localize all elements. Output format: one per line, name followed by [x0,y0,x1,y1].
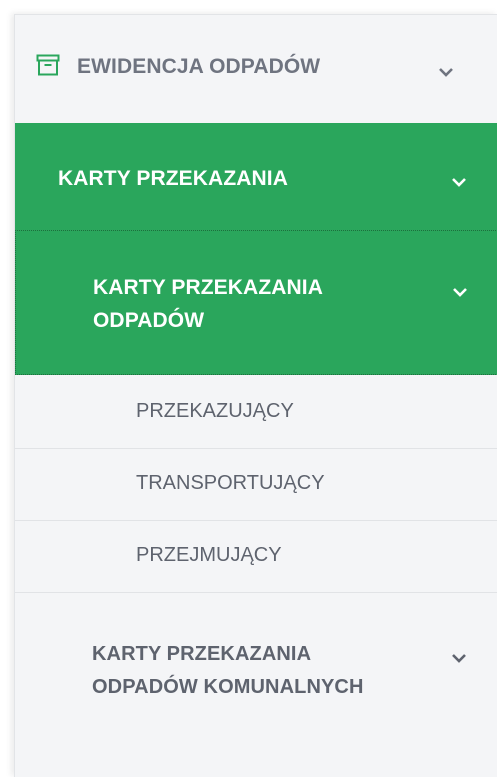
chevron-down-icon[interactable] [450,647,468,663]
menu-item-label: KARTY PRZEKAZANIA ODPADÓW KOMUNALNYCH [92,643,364,698]
menu-item-karty-przekazania-odpadow[interactable]: KARTY PRZEKAZANIA ODPADÓW [15,230,497,375]
menu-item-karty-przekazania-odpadow-komunalnych[interactable]: KARTY PRZEKAZANIA ODPADÓW KOMUNALNYCH [15,593,497,777]
menu-item-label: KARTY PRZEKAZANIA [58,167,288,190]
menu-subitem-przekazujacy[interactable]: PRZEKAZUJĄCY [15,377,497,449]
menu-section-label: EWIDENCJA ODPADÓW [77,55,321,78]
archive-box-icon [36,54,60,76]
menu-subitem-przejmujacy[interactable]: PRZEJMUJĄCY [15,521,497,593]
menu-subitem-transportujacy[interactable]: TRANSPORTUJĄCY [15,449,497,521]
menu-section-ewidencja-odpadow[interactable]: EWIDENCJA ODPADÓW [15,15,497,123]
menu-subitem-label: PRZEKAZUJĄCY [136,400,294,422]
chevron-down-icon[interactable] [450,170,468,187]
chevron-down-icon[interactable] [451,280,469,297]
menu-subitem-label: TRANSPORTUJĄCY [136,472,325,494]
sidebar-menu: EWIDENCJA ODPADÓW KARTY PRZEKAZANIA KART… [14,14,497,777]
menu-item-label: KARTY PRZEKAZANIA ODPADÓW [93,276,323,332]
menu-item-karty-przekazania[interactable]: KARTY PRZEKAZANIA [15,123,497,230]
chevron-down-icon[interactable] [437,60,455,77]
menu-subitem-label: PRZEJMUJĄCY [136,544,282,566]
